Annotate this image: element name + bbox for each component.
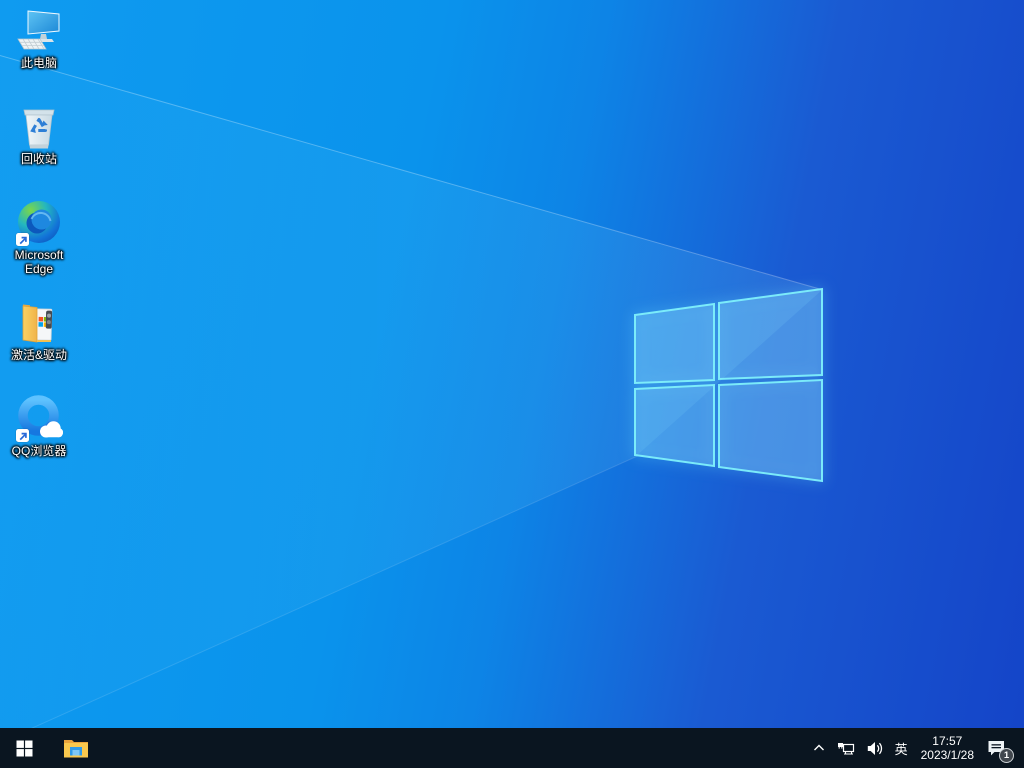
desktop-icon-activation-driver[interactable]: 激活&驱动 [1, 298, 77, 362]
volume-tray-button[interactable] [861, 728, 889, 768]
windows-logo-wallpaper [634, 287, 823, 483]
action-center-button[interactable]: 1 [981, 728, 1016, 768]
activation-driver-folder-icon [15, 298, 63, 346]
wallpaper-light-beam [0, 55, 822, 742]
qq-browser-icon [15, 394, 63, 442]
desktop-icon-label: 回收站 [20, 152, 57, 166]
desktop-icon-microsoft-edge[interactable]: Microsoft Edge [1, 198, 77, 276]
network-ethernet-icon [837, 742, 854, 755]
network-tray-button[interactable] [831, 728, 861, 768]
desktop-icon-this-pc[interactable]: 此电脑 [1, 6, 77, 70]
speaker-icon [867, 741, 882, 755]
clock-date: 2023/1/28 [920, 748, 974, 762]
microsoft-edge-icon [15, 198, 63, 246]
start-button[interactable] [0, 728, 48, 768]
desktop-icon-label: QQ浏览器 [11, 444, 67, 458]
file-explorer-icon [64, 740, 88, 758]
desktop-icon-label: 此电脑 [20, 56, 57, 70]
clock-time: 17:57 [932, 733, 963, 748]
taskbar-empty-area [98, 728, 807, 768]
taskbar: 英 17:57 2023/1/28 1 [0, 728, 1024, 768]
shortcut-arrow-icon [16, 429, 29, 442]
show-hidden-icons-button[interactable] [807, 728, 831, 768]
this-pc-icon [15, 6, 63, 54]
ime-language-indicator[interactable]: 英 [889, 728, 914, 768]
system-tray: 英 17:57 2023/1/28 1 [807, 728, 1024, 768]
file-explorer-button[interactable] [54, 728, 98, 768]
desktop-icon-qq-browser[interactable]: QQ浏览器 [1, 394, 77, 458]
desktop-icon-label: 激活&驱动 [10, 348, 67, 362]
notification-count-badge: 1 [999, 748, 1014, 763]
windows-start-icon [16, 740, 32, 756]
desktop-icon-label: Microsoft Edge [14, 248, 64, 276]
clock-tray-button[interactable]: 17:57 2023/1/28 [914, 728, 981, 768]
desktop-icon-recycle-bin[interactable]: 回收站 [1, 102, 77, 166]
recycle-bin-icon [15, 102, 63, 150]
desktop-wallpaper [0, 0, 1024, 768]
shortcut-arrow-icon [16, 233, 29, 246]
ime-label: 英 [894, 741, 908, 757]
chevron-up-icon [813, 744, 824, 751]
